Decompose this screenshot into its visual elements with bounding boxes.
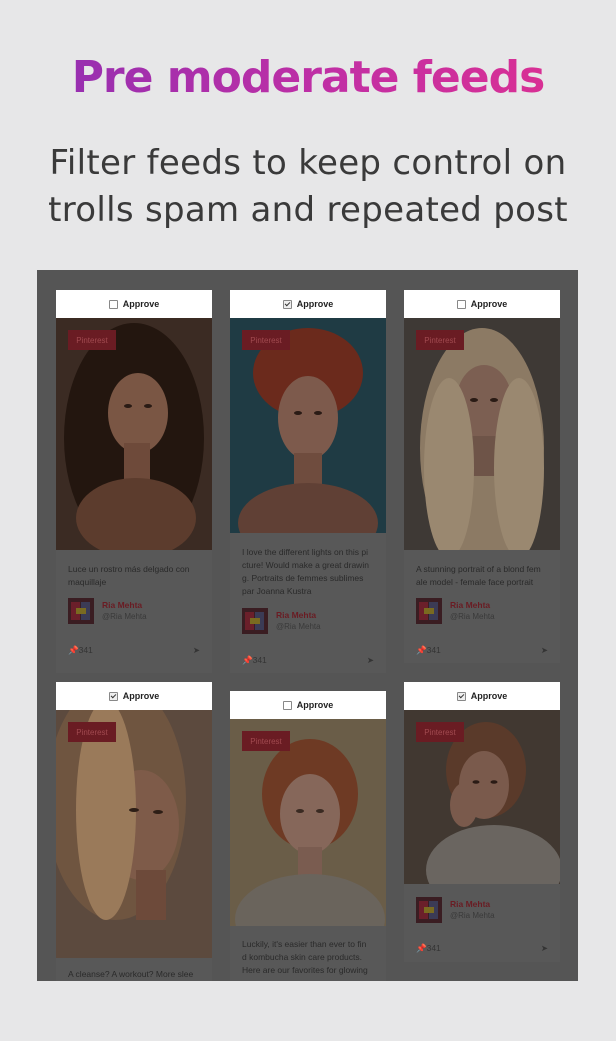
caption-line: A stunning portrait of a blond fem xyxy=(416,564,541,574)
post-caption: A cleanse? A workout? More slee xyxy=(68,968,202,981)
approve-checkbox[interactable] xyxy=(456,299,466,309)
feed-moderation-panel: Approve Pinterest Luce un rostro más del… xyxy=(37,270,578,981)
pin-count: 341 xyxy=(426,943,441,953)
avatar xyxy=(68,598,94,624)
share-icon[interactable]: ➤ xyxy=(541,645,548,656)
author-handle: @Ria Mehta xyxy=(102,612,147,621)
caption-line: d kombucha skin care products. xyxy=(242,952,363,962)
approve-label: Approve xyxy=(296,299,334,309)
pin-icon: 📌341 xyxy=(68,645,93,655)
subheadline-line-1: Filter feeds to keep control on xyxy=(49,143,567,183)
caption-line: Here are our favorites for glowing xyxy=(242,965,368,975)
approve-toggle[interactable]: Approve xyxy=(230,290,386,318)
approve-toggle[interactable]: Approve xyxy=(230,691,386,719)
approve-toggle[interactable]: Approve xyxy=(404,682,560,710)
author-handle: @Ria Mehta xyxy=(450,612,495,621)
share-icon[interactable]: ➤ xyxy=(541,943,548,954)
feed-card[interactable]: Pinterest Luckily, it's easier than ever… xyxy=(230,719,386,981)
pin-count: 341 xyxy=(78,645,93,655)
post-caption: Luce un rostro más delgado con maquillaj… xyxy=(68,563,202,589)
pin-icon: 📌341 xyxy=(242,655,267,665)
post-photo xyxy=(404,318,560,550)
approve-toggle[interactable]: Approve xyxy=(56,682,212,710)
headline: Pre moderate feeds xyxy=(0,52,616,103)
author-row[interactable]: Ria Mehta @Ria Mehta xyxy=(416,897,550,923)
post-meta: 📌341 ➤ xyxy=(242,655,376,669)
caption-line: A cleanse? A workout? More slee xyxy=(68,969,194,979)
approve-toggle[interactable]: Approve xyxy=(404,290,560,318)
caption-line: Luce un rostro más delgado con xyxy=(68,564,190,574)
source-badge[interactable]: Pinterest xyxy=(416,330,464,350)
source-badge[interactable]: Pinterest xyxy=(68,722,116,742)
feed-card[interactable]: Pinterest A stunning portrait of a blond… xyxy=(404,318,560,663)
post-meta: 📌341 ➤ xyxy=(416,943,550,957)
author-row[interactable]: Ria Mehta @Ria Mehta xyxy=(416,598,550,624)
feed-card[interactable]: Pinterest Luce un rostro más delgado con… xyxy=(56,318,212,673)
approve-checkbox[interactable] xyxy=(108,691,118,701)
caption-line: Luckily, it's easier than ever to fin xyxy=(242,939,367,949)
pin-count: 341 xyxy=(252,655,267,665)
avatar xyxy=(416,598,442,624)
approve-label: Approve xyxy=(296,700,334,710)
avatar xyxy=(416,897,442,923)
post-meta: 📌341 ➤ xyxy=(416,645,550,659)
post-meta: 📌341 ➤ xyxy=(68,645,202,659)
post-photo xyxy=(56,710,212,958)
caption-line: g. Portraits de femmes sublimes xyxy=(242,573,364,583)
subheadline-line-2: trolls spam and repeated post xyxy=(48,190,568,230)
caption-line: maquillaje xyxy=(68,577,107,587)
source-badge[interactable]: Pinterest xyxy=(242,731,290,751)
post-caption: I love the different lights on this pi c… xyxy=(242,546,376,598)
avatar xyxy=(242,608,268,634)
source-badge[interactable]: Pinterest xyxy=(68,330,116,350)
approve-toggle[interactable]: Approve xyxy=(56,290,212,318)
approve-checkbox[interactable] xyxy=(456,691,466,701)
post-photo xyxy=(230,318,386,533)
source-badge[interactable]: Pinterest xyxy=(416,722,464,742)
caption-line: cture! Would make a great drawin xyxy=(242,560,369,570)
author-name[interactable]: Ria Mehta xyxy=(102,600,142,610)
feed-card[interactable]: Pinterest A cleanse? A workout? More sle… xyxy=(56,710,212,981)
caption-line: par Joanna Kustra xyxy=(242,586,312,596)
pin-icon: 📌341 xyxy=(416,645,441,655)
approve-label: Approve xyxy=(470,299,508,309)
author-row[interactable]: Ria Mehta @Ria Mehta xyxy=(242,608,376,634)
caption-line: I love the different lights on this pi xyxy=(242,547,369,557)
approve-checkbox[interactable] xyxy=(282,700,292,710)
author-name[interactable]: Ria Mehta xyxy=(276,610,316,620)
post-caption: A stunning portrait of a blond fem ale m… xyxy=(416,563,550,589)
subheadline: Filter feeds to keep control on trolls s… xyxy=(0,140,616,234)
approve-label: Approve xyxy=(470,691,508,701)
source-badge[interactable]: Pinterest xyxy=(242,330,290,350)
pin-count: 341 xyxy=(426,645,441,655)
author-name[interactable]: Ria Mehta xyxy=(450,899,490,909)
feed-card[interactable]: Pinterest Ria Mehta @Ria Mehta 📌341 ➤ xyxy=(404,710,560,962)
approve-label: Approve xyxy=(122,299,160,309)
share-icon[interactable]: ➤ xyxy=(367,655,374,666)
author-name[interactable]: Ria Mehta xyxy=(450,600,490,610)
post-photo xyxy=(56,318,212,550)
share-icon[interactable]: ➤ xyxy=(193,645,200,656)
author-handle: @Ria Mehta xyxy=(276,622,321,631)
feed-card[interactable]: Pinterest I love the different lights on… xyxy=(230,318,386,673)
approve-checkbox[interactable] xyxy=(108,299,118,309)
post-caption: Luckily, it's easier than ever to fin d … xyxy=(242,938,376,977)
author-row[interactable]: Ria Mehta @Ria Mehta xyxy=(68,598,202,624)
author-handle: @Ria Mehta xyxy=(450,911,495,920)
approve-checkbox[interactable] xyxy=(282,299,292,309)
caption-line: ale model - female face portrait xyxy=(416,577,534,587)
pin-icon: 📌341 xyxy=(416,943,441,953)
approve-label: Approve xyxy=(122,691,160,701)
